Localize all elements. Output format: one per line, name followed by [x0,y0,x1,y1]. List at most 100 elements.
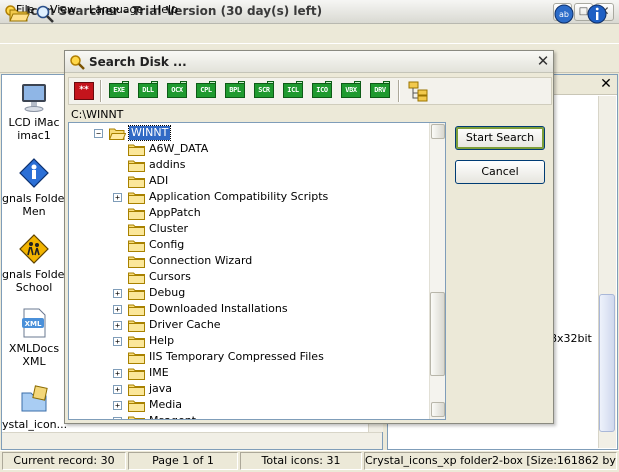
tree-item[interactable]: AppPatch [69,205,429,221]
tree-root-label: WINNT [127,125,172,141]
tree-item[interactable]: + Downloaded Installations [69,301,429,317]
crystal-folder-icon [21,385,48,412]
tree-scroll-thumb[interactable] [430,292,445,376]
collapse-icon[interactable]: − [94,129,103,138]
status-current-record: Current record: 30 [2,452,126,470]
ext-button-vbx[interactable]: VBX [340,81,362,101]
tree-item[interactable]: + IME [69,365,429,381]
menu-help[interactable]: Help [153,3,178,16]
current-path: C:\WINNT [71,108,124,121]
list-item[interactable]: XML XMLDocs XML [2,307,66,368]
scroll-up-arrow-icon[interactable] [431,124,445,139]
ext-button-drv[interactable]: DRV [369,81,391,101]
scroll-down-arrow-icon[interactable] [431,402,445,417]
folder-tree-icon[interactable] [406,80,430,102]
icon-list-hscrollbar[interactable] [2,432,382,449]
expand-icon[interactable]: + [113,337,122,346]
ext-button-scr[interactable]: SCR [253,81,275,101]
tree-item[interactable]: IIS Temporary Compressed Files [69,349,429,365]
lcd-imac-icon [22,84,46,112]
status-page: Page 1 of 1 [128,452,238,470]
tree-item[interactable]: A6W_DATA [69,141,429,157]
ext-button-icl[interactable]: ICL [282,81,304,101]
tree-item-label: AppPatch [149,206,201,219]
tree-item-label: Media [149,398,183,411]
tree-item[interactable]: Connection Wizard [69,253,429,269]
folder-icon [128,256,145,268]
tree-item-label: IIS Temporary Compressed Files [149,350,324,363]
tree-item-label: Msagent [149,414,196,419]
list-item-label: gnals Folder [2,192,66,205]
folder-icon [128,192,145,204]
folder-icon [128,384,145,396]
status-file-info: Crystal_icons_xp folder2-box [Size:16186… [364,452,617,470]
folder-icon [128,416,145,419]
list-item-label: LCD iMac [8,116,60,129]
tree-item[interactable]: Cluster [69,221,429,237]
preview-close-icon[interactable]: ✕ [597,76,615,94]
tree-item-label: Cursors [149,270,191,283]
open-folder-icon[interactable] [8,3,30,25]
dialog-title: Search Disk ... [89,55,187,69]
dialog-close-icon[interactable]: ✕ [534,53,552,71]
preview-scroll-thumb[interactable] [599,294,615,432]
folder-icon [128,368,145,380]
magnifier-icon [70,55,85,70]
tree-item-label: Driver Cache [149,318,221,331]
expand-icon[interactable]: + [113,305,122,314]
tree-item[interactable]: + Application Compatibility Scripts [69,189,429,205]
expand-icon[interactable]: + [113,385,122,394]
folder-icon [128,160,145,172]
tree-item-label: Help [149,334,175,347]
folder-tree[interactable]: − WINNT A6W_DATA addins ADI + Application Co… [68,122,446,420]
tree-item[interactable]: + java [69,381,429,397]
tree-item[interactable]: + Msagent [69,413,429,419]
toolbar-separator [398,80,400,102]
svg-text:XML: XML [25,320,42,328]
list-item[interactable]: ystal_icon... [2,383,66,431]
start-search-button[interactable]: Start Search [455,126,545,150]
tree-item[interactable]: ADI [69,173,429,189]
folder-icon [128,336,145,348]
ext-button-ico[interactable]: ICO [311,81,333,101]
tree-item-label: java [149,382,173,395]
expand-icon[interactable]: + [113,417,122,419]
menu-language[interactable]: Language [89,3,143,16]
tree-item[interactable]: + Driver Cache [69,317,429,333]
expand-icon[interactable]: + [113,369,122,378]
tree-item[interactable]: addins [69,157,429,173]
tree-item[interactable]: Config [69,237,429,253]
tree-item[interactable]: + Debug [69,285,429,301]
folder-icon [128,288,145,300]
tree-item[interactable]: + Help [69,333,429,349]
folder-icon [128,240,145,252]
list-item-sublabel: XML [22,355,46,368]
ext-button-cpl[interactable]: CPL [195,81,217,101]
ext-button-ocx[interactable]: OCX [166,81,188,101]
expand-icon[interactable]: + [113,321,122,330]
expand-icon[interactable]: + [113,401,122,410]
search-icon[interactable] [34,3,56,25]
tree-item-label: Config [149,238,185,251]
ext-button-exe[interactable]: EXE [108,81,130,101]
open-folder-icon [109,128,126,140]
list-item-label: gnals Folder [2,268,66,281]
tree-item-label: addins [149,158,186,171]
about-icon[interactable]: ab [553,3,575,25]
folder-icon [128,144,145,156]
tree-item[interactable]: + Media [69,397,429,413]
all-types-button[interactable]: ** [74,82,94,100]
tree-item-label: Connection Wizard [149,254,253,267]
ext-button-dll[interactable]: DLL [137,81,159,101]
expand-icon[interactable]: + [113,289,122,298]
list-item[interactable]: gnals Folder School [2,233,66,294]
folder-icon [128,224,145,236]
tree-root-winnt[interactable]: − WINNT [69,125,429,141]
list-item[interactable]: LCD iMac imac1 [2,81,66,142]
info-icon[interactable] [586,3,608,25]
list-item[interactable]: gnals Folder Men [2,157,66,218]
cancel-button[interactable]: Cancel [455,160,545,184]
expand-icon[interactable]: + [113,193,122,202]
ext-button-bpl[interactable]: BPL [224,81,246,101]
tree-item[interactable]: Cursors [69,269,429,285]
